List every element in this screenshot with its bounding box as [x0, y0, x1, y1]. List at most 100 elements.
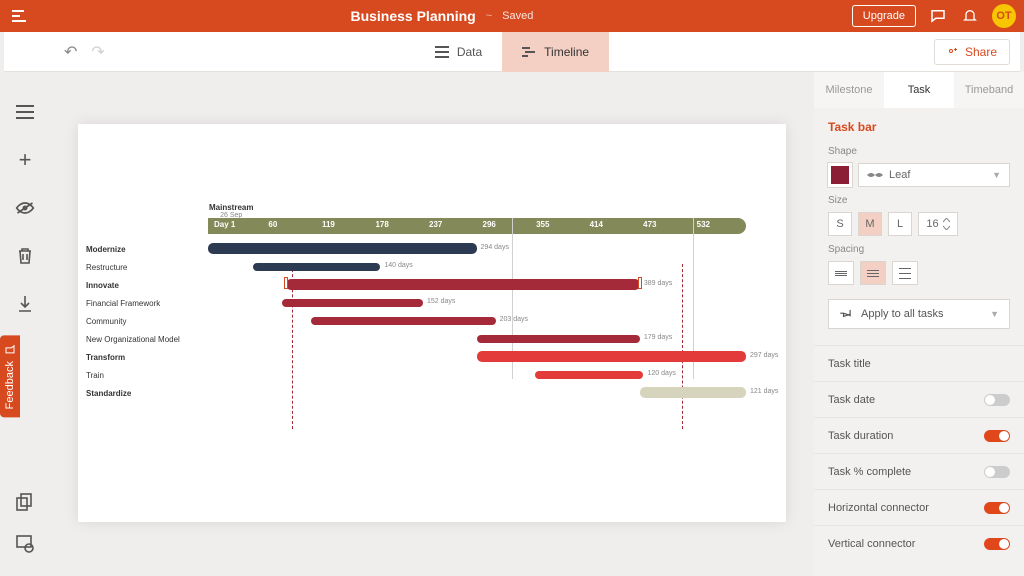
feedback-tab[interactable]: Feedback — [0, 335, 20, 417]
spacing-wide-button[interactable] — [892, 261, 918, 285]
spacing-label: Spacing — [828, 244, 1010, 255]
task-row[interactable]: Standardize 121 days — [86, 384, 786, 402]
apply-all-label: Apply to all tasks — [861, 308, 944, 320]
toggle-switch[interactable] — [984, 538, 1010, 550]
task-row[interactable]: Restructure140 days — [86, 258, 786, 276]
spacing-tight-button[interactable] — [828, 261, 854, 285]
panel-tab-timeband[interactable]: Timeband — [954, 72, 1024, 108]
task-duration-label: 121 days — [750, 388, 778, 395]
task-label: Innovate — [86, 281, 208, 290]
share-button[interactable]: Share — [934, 39, 1010, 65]
task-duration-label: 389 days — [644, 280, 672, 287]
task-bar[interactable] — [208, 243, 477, 254]
menu-icon[interactable] — [13, 100, 37, 124]
timeband-tick: 473 — [643, 220, 656, 229]
task-row[interactable]: Community203 days — [86, 312, 786, 330]
toggle-row: Horizontal connector — [814, 489, 1024, 525]
upgrade-button[interactable]: Upgrade — [852, 5, 916, 27]
milestone-label: Mainstream — [209, 203, 253, 212]
task-label: Restructure — [86, 263, 208, 272]
task-bar[interactable] — [477, 351, 746, 362]
comment-icon[interactable] — [928, 6, 948, 26]
toggle-label: Task duration — [828, 430, 893, 442]
feedback-label: Feedback — [4, 361, 16, 409]
size-number-input[interactable]: 16 — [918, 212, 958, 236]
stepper-icon — [943, 218, 950, 230]
panel-tab-task[interactable]: Task — [884, 72, 954, 108]
toggle-row: Task title — [814, 345, 1024, 381]
timeband-tick: 60 — [268, 220, 277, 229]
add-icon[interactable]: + — [13, 148, 37, 172]
timeline-tab[interactable]: Timeline — [502, 32, 609, 72]
toggle-row: Task duration — [814, 417, 1024, 453]
timeband-tick: 532 — [697, 220, 710, 229]
data-tab[interactable]: Data — [415, 32, 502, 72]
redo-icon[interactable]: ↷ — [91, 42, 104, 62]
timeband-tick: Day 1 — [214, 220, 235, 229]
style-panel: Milestone Task Timeband Task bar Shape L… — [814, 72, 1024, 576]
size-label: Size — [828, 195, 1010, 206]
task-label: New Organizational Model — [86, 335, 208, 344]
project-title[interactable]: Business Planning — [350, 8, 475, 24]
share-label: Share — [965, 45, 997, 59]
bell-icon[interactable] — [960, 6, 980, 26]
task-label: Transform — [86, 353, 208, 362]
size-l-button[interactable]: L — [888, 212, 912, 236]
size-s-button[interactable]: S — [828, 212, 852, 236]
app-header: Business Planning ~ Saved Upgrade OT — [0, 0, 1024, 32]
timeband-tick: 414 — [590, 220, 603, 229]
task-row[interactable]: Innovate 389 days — [86, 276, 786, 294]
download-icon[interactable] — [13, 292, 37, 316]
undo-icon[interactable]: ↶ — [64, 42, 77, 62]
task-bar[interactable] — [253, 263, 380, 271]
timeline-canvas[interactable]: Mainstream 26 Sep Day 160119178237296355… — [78, 124, 786, 522]
task-row[interactable]: New Organizational Model 179 days — [86, 330, 786, 348]
chevron-down-icon: ▼ — [992, 170, 1001, 180]
resize-handle-right[interactable] — [638, 277, 642, 289]
task-duration-label: 152 days — [427, 298, 455, 305]
toggle-switch[interactable] — [984, 502, 1010, 514]
duplicate-icon[interactable] — [13, 490, 37, 514]
toggle-label: Task date — [828, 394, 875, 406]
trash-icon[interactable] — [13, 244, 37, 268]
timeband[interactable]: Day 160119178237296355414473532 — [208, 218, 746, 234]
apply-all-button[interactable]: Apply to all tasks ▼ — [828, 299, 1010, 329]
color-swatch[interactable] — [828, 163, 852, 187]
hide-icon[interactable] — [13, 196, 37, 220]
task-duration-label: 179 days — [644, 334, 672, 341]
timeband-tick: 296 — [483, 220, 496, 229]
toggle-switch[interactable] — [984, 466, 1010, 478]
toggle-row: Task % complete — [814, 453, 1024, 489]
toggle-switch[interactable] — [984, 394, 1010, 406]
task-bar[interactable] — [477, 335, 640, 343]
task-duration-label: 203 days — [500, 316, 528, 323]
pin-icon — [839, 307, 853, 321]
shape-value: Leaf — [889, 169, 910, 181]
task-bar[interactable] — [282, 299, 423, 307]
task-duration-label: 120 days — [647, 370, 675, 377]
task-row[interactable]: Financial Framework 152 days — [86, 294, 786, 312]
app-logo-icon[interactable] — [8, 4, 32, 28]
panel-tab-milestone[interactable]: Milestone — [814, 72, 884, 108]
task-row[interactable]: Transform297 days — [86, 348, 786, 366]
toggle-label: Horizontal connector — [828, 502, 929, 514]
task-row[interactable]: Modernize294 days — [86, 240, 786, 258]
toolbar: ↶ ↷ Data Timeline Share — [4, 32, 1020, 72]
task-label: Modernize — [86, 245, 208, 254]
shape-select[interactable]: Leaf ▼ — [858, 163, 1010, 187]
spacing-medium-button[interactable] — [860, 261, 886, 285]
task-label: Financial Framework — [86, 299, 208, 308]
task-bar[interactable] — [286, 279, 640, 290]
task-label: Standardize — [86, 389, 208, 398]
settings-icon[interactable] — [13, 532, 37, 556]
toggle-row: Task date — [814, 381, 1024, 417]
resize-handle-left[interactable] — [284, 277, 288, 289]
timeline-tab-label: Timeline — [544, 45, 589, 59]
task-bar[interactable] — [535, 371, 644, 379]
task-bar[interactable] — [311, 317, 495, 325]
task-bar[interactable] — [640, 387, 746, 398]
toggle-switch[interactable] — [984, 430, 1010, 442]
task-row[interactable]: Train120 days — [86, 366, 786, 384]
avatar[interactable]: OT — [992, 4, 1016, 28]
size-m-button[interactable]: M — [858, 212, 882, 236]
